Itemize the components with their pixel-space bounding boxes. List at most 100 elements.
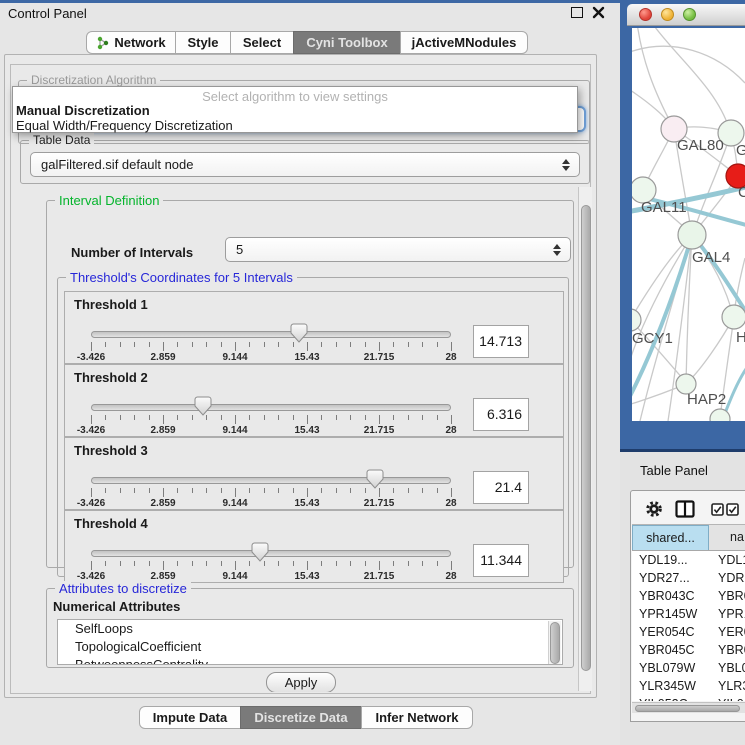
algorithm-dropdown-popup: Select algorithm to view settings Manual… <box>12 86 578 133</box>
combo-arrows-icon <box>561 158 570 172</box>
table-row[interactable]: YER054C YER0 <box>632 623 745 641</box>
network-node-gcy1[interactable] <box>632 309 641 331</box>
threshold-row: Threshold 4-3.4262.8599.14415.4321.71528… <box>64 510 564 583</box>
cell-name: YPR1 <box>718 605 745 623</box>
tab-network[interactable]: Network <box>86 31 176 54</box>
table-row[interactable]: YDR27...YDR2 <box>632 569 745 587</box>
attributes-list: SelfLoopsTopologicalCoefficientBetweenne… <box>57 619 563 665</box>
minimize-traffic-light[interactable] <box>661 8 674 21</box>
gear-icon[interactable] <box>645 500 663 518</box>
dropdown-option-equal-width[interactable]: Equal Width/Frequency Discretization <box>15 118 575 133</box>
control-panel-tabbar: Network Style SelectCyni Toolbox jActiveMNo… <box>86 31 528 54</box>
tick-label: -3.426 <box>77 498 105 509</box>
tick-label: 21.715 <box>364 352 395 363</box>
threshold-value-field[interactable]: 21.4 <box>473 471 529 504</box>
attributes-group: Attributes to discretize Numerical Attri… <box>46 588 574 668</box>
threshold-group-title: Threshold's Coordinates for 5 Intervals <box>66 270 297 285</box>
tick-label: 2.859 <box>150 352 175 363</box>
attribute-list-item[interactable]: BetweennessCentrality <box>58 656 562 665</box>
checkbox-checked-icon[interactable] <box>711 503 724 516</box>
table-hscrollbar[interactable] <box>632 702 745 713</box>
tick-label: 9.144 <box>222 571 247 582</box>
tick-label: 21.715 <box>364 571 395 582</box>
cell-name: YIL0 <box>718 695 744 701</box>
split-columns-icon[interactable] <box>675 500 695 518</box>
cell-shared-name: YDL19... <box>639 551 688 569</box>
network-canvas[interactable]: GAL80 GA C GAL11 GAL4 GCY1 H HAP2 <box>632 28 745 421</box>
table-row[interactable]: YPR145WYPR1 <box>632 605 745 623</box>
tick-label: 15.43 <box>294 352 319 363</box>
threshold-value-field[interactable]: 6.316 <box>473 398 529 431</box>
zoom-traffic-light[interactable] <box>683 8 696 21</box>
num-intervals-combobox[interactable]: 5 <box>225 237 571 262</box>
tab-cyni-toolbox[interactable]: Cyni Toolbox <box>293 31 401 54</box>
tick-label: 9.144 <box>222 352 247 363</box>
attributes-list-scrollbar[interactable] <box>548 621 561 665</box>
tab-label: Impute Data <box>153 710 227 725</box>
tab-label: Network <box>114 35 165 50</box>
interval-definition-group: Interval Definition Number of Intervals … <box>46 200 574 568</box>
cell-shared-name: YDR27... <box>639 569 690 587</box>
table-data-combobox[interactable]: galFiltered.sif default node <box>30 152 580 177</box>
settings-scrollbar[interactable] <box>578 187 592 691</box>
node-label: GAL80 <box>677 137 724 154</box>
node-label: HAP2 <box>687 391 726 408</box>
tab-jactivemnodules[interactable]: jActiveMNodules <box>400 31 528 54</box>
checkbox-checked-icon[interactable] <box>726 503 739 516</box>
tab-discretize-data[interactable]: Discretize Data <box>240 706 362 729</box>
network-node-gal4[interactable] <box>678 221 706 249</box>
tick-label: 9.144 <box>222 425 247 436</box>
table-row[interactable]: YBR045CYBR0 <box>632 641 745 659</box>
attribute-list-item[interactable]: SelfLoops <box>58 620 562 638</box>
tab-style[interactable]: Style <box>175 31 231 54</box>
tab-select[interactable]: Select <box>230 31 294 54</box>
network-node-h[interactable] <box>722 305 745 329</box>
cell-name: YBL0 <box>718 659 745 677</box>
threshold-value-field[interactable]: 11.344 <box>473 544 529 577</box>
scrollbar-thumb[interactable] <box>550 622 560 664</box>
network-icon <box>96 36 109 50</box>
node-label: GA <box>736 142 745 159</box>
table-panel-region: Table Panel shared... na YDL19...YDL1YDR… <box>620 452 745 745</box>
algorithm-group-title: Discretization Algorithm <box>27 73 160 87</box>
tick-label: 15.43 <box>294 571 319 582</box>
cell-shared-name: YBR043C <box>639 587 695 605</box>
cell-shared-name: YBL079W <box>639 659 695 677</box>
cell-shared-name: YER054C <box>639 623 695 641</box>
close-traffic-light[interactable] <box>639 8 652 21</box>
table-row[interactable]: YBL079W YBL0 <box>632 659 745 677</box>
table-row[interactable]: YDL19... YDL1 <box>632 551 745 569</box>
attribute-list-item[interactable]: TopologicalCoefficient <box>58 638 562 656</box>
cell-name: YER0 <box>718 623 745 641</box>
tab-impute-data[interactable]: Impute Data <box>139 706 241 729</box>
apply-button[interactable]: Apply <box>266 672 336 692</box>
network-window-titlebar[interactable] <box>627 4 745 26</box>
tab-infer-network[interactable]: Infer Network <box>361 706 473 729</box>
table-row[interactable]: YBR043CYBR0 <box>632 587 745 605</box>
threshold-rows: Threshold 1-3.4262.8599.14415.4321.71528… <box>64 291 564 583</box>
node-label: H <box>736 329 745 346</box>
cell-shared-name: YBR045C <box>639 641 695 659</box>
column-header-name[interactable]: na <box>709 525 745 551</box>
num-intervals-label: Number of Intervals <box>71 245 193 260</box>
tick-label: 9.144 <box>222 498 247 509</box>
float-window-icon[interactable] <box>571 7 583 18</box>
scrollbar-thumb[interactable] <box>581 205 591 671</box>
cell-name: YDL1 <box>718 551 745 569</box>
scrollbar-thumb[interactable] <box>635 705 740 712</box>
interval-definition-title: Interval Definition <box>55 193 163 208</box>
numerical-attributes-label: Numerical Attributes <box>53 599 180 614</box>
column-header-shared-name[interactable]: shared... <box>632 525 709 551</box>
threshold-value-field[interactable]: 14.713 <box>473 325 529 358</box>
table-row[interactable]: YIL052CYIL0 <box>632 695 745 701</box>
table-row[interactable]: YLR345WYLR3 <box>632 677 745 695</box>
tab-label: Discretize Data <box>254 710 347 725</box>
num-intervals-value: 5 <box>236 242 243 257</box>
attributes-group-title: Attributes to discretize <box>55 581 191 596</box>
dropdown-option-manual[interactable]: Manual Discretization <box>15 103 575 118</box>
tab-label: Style <box>187 35 218 50</box>
tab-label: jActiveMNodules <box>412 35 517 50</box>
close-icon[interactable] <box>591 5 606 20</box>
tick-label: 28 <box>445 498 456 509</box>
settings-scroll-viewport: Interval Definition Number of Intervals … <box>12 186 578 692</box>
